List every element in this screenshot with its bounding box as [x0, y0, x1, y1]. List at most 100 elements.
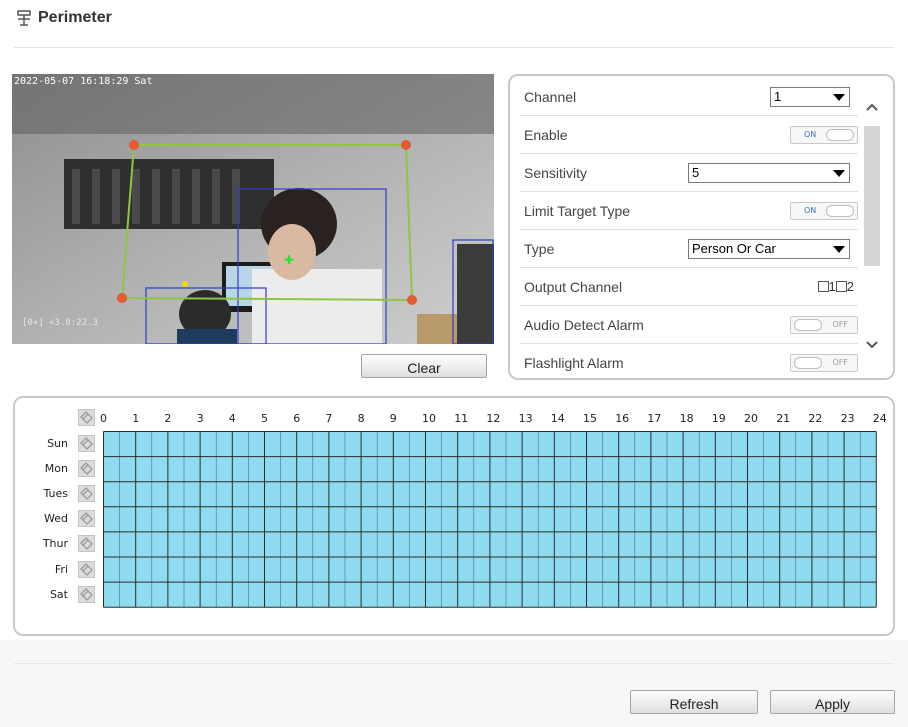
hour-label: 16: [615, 412, 630, 425]
eraser-icon: [80, 462, 93, 476]
chevron-down-icon: [833, 93, 845, 101]
audio-detect-alarm-row: Audio Detect Alarm OFF: [520, 306, 858, 344]
eraser-icon: [80, 537, 93, 551]
toggle-knob: [794, 357, 822, 369]
hour-label: 9: [389, 412, 397, 425]
day-label: Wed: [44, 512, 68, 526]
day-label: Fri: [54, 562, 68, 576]
hour-label: 2: [164, 412, 172, 425]
hour-label: 21: [776, 412, 791, 425]
scroll-down-icon[interactable]: [864, 338, 880, 352]
enable-row: Enable ON: [520, 116, 858, 154]
type-row: Type Person Or Car: [520, 230, 858, 268]
audio-detect-alarm-toggle[interactable]: OFF: [790, 315, 858, 334]
hour-label: 18: [679, 412, 694, 425]
hour-label: 15: [583, 412, 597, 425]
limit-target-type-state: ON: [804, 205, 817, 215]
audio-detect-alarm-state: OFF: [832, 319, 849, 329]
flashlight-alarm-state: OFF: [832, 358, 849, 367]
hour-label: 19: [711, 412, 726, 425]
channel-row: Channel 1: [520, 78, 858, 116]
enable-label: Enable: [524, 126, 568, 143]
hour-label: 6: [293, 412, 301, 425]
output-channel-2-label: 2: [846, 279, 854, 294]
enable-toggle[interactable]: ON: [790, 125, 858, 144]
hour-label: 13: [518, 412, 533, 425]
day-label: Tues: [43, 487, 68, 501]
limit-target-type-toggle[interactable]: ON: [790, 201, 858, 220]
day-row-tool[interactable]: [78, 485, 95, 503]
channel-label: Channel: [524, 88, 577, 105]
sensitivity-row: Sensitivity 5: [520, 154, 858, 192]
select-all-tool[interactable]: [78, 409, 95, 426]
sensitivity-select[interactable]: 5: [688, 162, 850, 183]
eraser-icon: [80, 487, 93, 501]
eraser-icon: [80, 512, 93, 526]
hour-label: 0: [100, 412, 107, 425]
hour-label: 20: [744, 412, 758, 425]
limit-target-type-label: Limit Target Type: [524, 202, 631, 219]
toggle-knob: [826, 204, 854, 217]
hour-label: 12: [486, 412, 501, 425]
output-channel-options: 12: [817, 279, 854, 294]
page-header: Perimeter: [16, 6, 112, 30]
day-label: Sat: [49, 587, 68, 601]
page-title: Perimeter: [38, 9, 112, 26]
enable-toggle-state: ON: [804, 129, 817, 139]
settings-panel: Channel 1 Enable ON Sensitivity 5 Limit …: [508, 74, 895, 380]
hour-label: 23: [840, 412, 855, 425]
day-row-tool[interactable]: [78, 435, 95, 452]
hour-label: 1: [132, 412, 140, 425]
day-row-tool[interactable]: [78, 535, 95, 553]
type-label: Type: [524, 240, 555, 257]
schedule-panel: 0 1 2 3 4 5 6 7 8 9 10 11 12 13 14 15 16 17 18 19 20 21 22 23 24…: [13, 396, 895, 636]
day-label: Mon: [44, 462, 68, 476]
chevron-down-icon: [833, 245, 845, 253]
flashlight-alarm-row: Flashlight Alarm OFF: [520, 344, 858, 378]
hour-label: 14: [550, 412, 565, 425]
output-channel-label: Output Channel: [524, 278, 623, 295]
channel-select[interactable]: 1: [770, 86, 850, 107]
output-channel-1-label: 1: [828, 279, 836, 294]
hour-label: 4: [228, 412, 236, 425]
day-label: Sun: [47, 437, 68, 450]
flashlight-alarm-toggle[interactable]: OFF: [790, 354, 858, 372]
type-select[interactable]: Person Or Car: [688, 238, 850, 259]
hour-label: 17: [647, 412, 662, 425]
svg-text:✚: ✚: [284, 253, 294, 267]
refresh-button[interactable]: Refresh: [630, 690, 758, 714]
day-row-tool[interactable]: [78, 585, 95, 603]
hour-label: 7: [325, 412, 333, 425]
chevron-down-icon: [833, 169, 845, 177]
flashlight-alarm-label: Flashlight Alarm: [524, 355, 624, 371]
osd-timestamp: 2022-05-07 16:18:29 Sat: [14, 76, 153, 87]
hour-label: 22: [808, 412, 823, 425]
footer-divider: [14, 663, 894, 664]
toggle-knob: [794, 318, 822, 331]
toggle-knob: [826, 128, 854, 141]
settings-scroll-thumb[interactable]: [864, 126, 880, 266]
hour-label: 11: [454, 412, 469, 425]
scroll-up-icon[interactable]: [864, 100, 880, 114]
day-row-tool[interactable]: [78, 460, 95, 478]
day-row-tool[interactable]: [78, 510, 95, 528]
hour-label: 24: [872, 412, 887, 425]
eraser-icon: [80, 411, 93, 424]
output-channel-2-checkbox[interactable]: [835, 281, 847, 292]
header-divider: [14, 47, 894, 48]
clear-button[interactable]: Clear: [361, 354, 487, 378]
hour-label: 8: [357, 412, 365, 425]
hour-label: 3: [196, 412, 204, 425]
eraser-icon: [80, 437, 93, 450]
apply-button[interactable]: Apply: [770, 690, 895, 714]
output-channel-1-checkbox[interactable]: [817, 281, 829, 292]
eraser-icon: [80, 587, 93, 601]
hour-label: 10: [422, 412, 436, 425]
eraser-icon: [80, 562, 93, 576]
schedule-grid[interactable]: [103, 431, 878, 609]
day-row-tool[interactable]: [78, 560, 95, 578]
video-preview[interactable]: ✚ 2022-05-07 16:18:29 Sat [0+] «3.8:22.3: [12, 74, 494, 344]
limit-target-type-row: Limit Target Type ON: [520, 192, 858, 230]
channel-value: 1: [774, 89, 782, 104]
output-channel-row: Output Channel 12: [520, 268, 858, 306]
